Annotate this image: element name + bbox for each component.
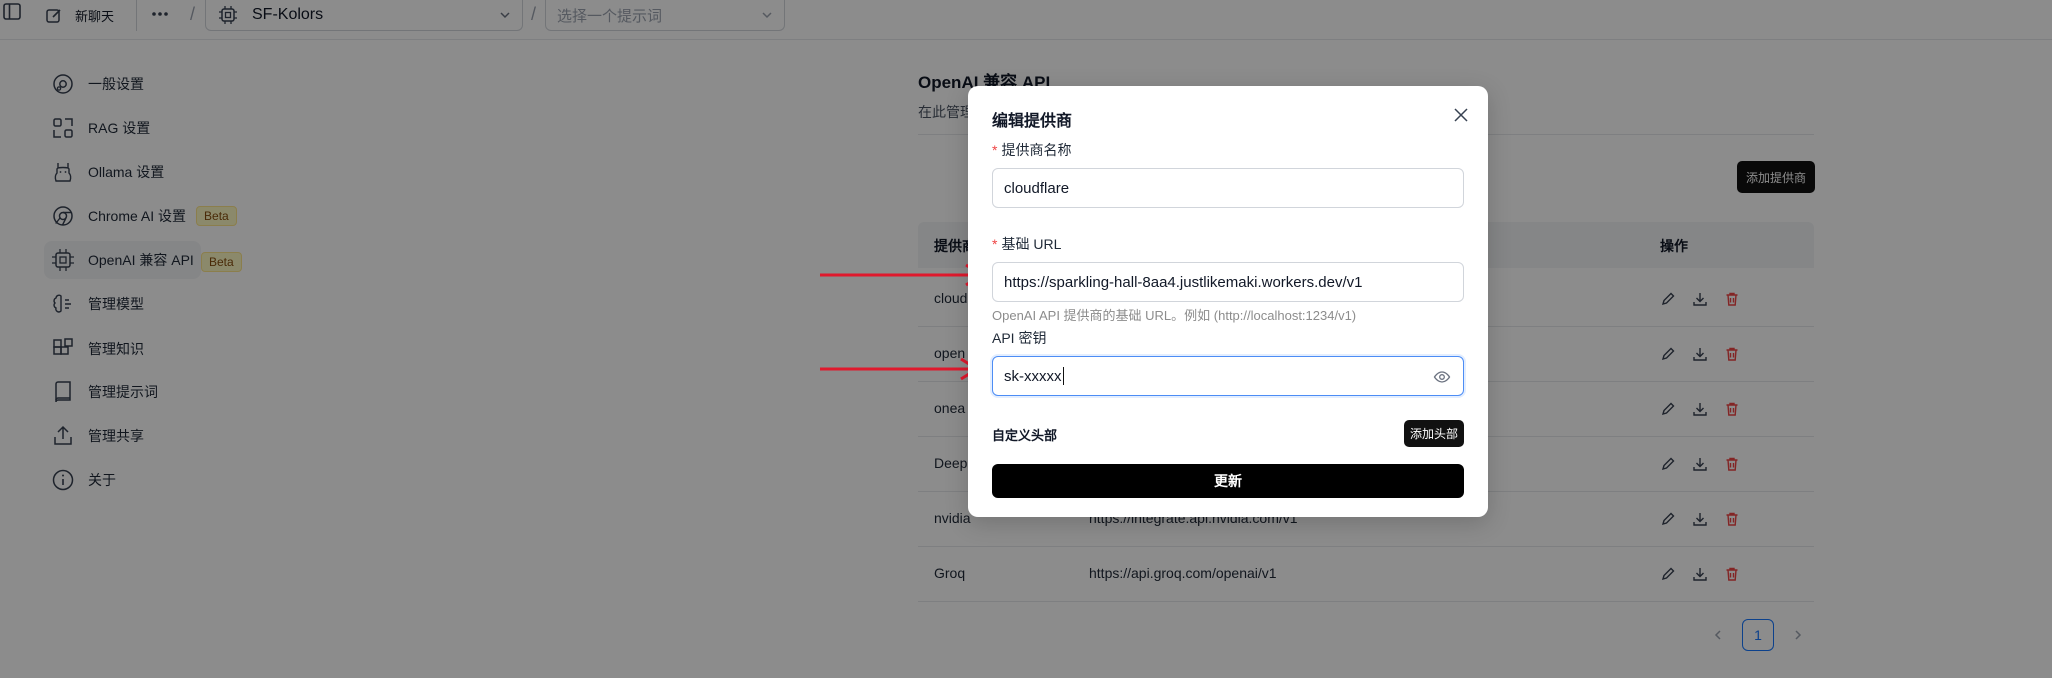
close-icon[interactable]	[1450, 104, 1472, 126]
update-button[interactable]: 更新	[992, 464, 1464, 498]
provider-name-input[interactable]: cloudflare	[992, 168, 1464, 208]
provider-name-label: * 提供商名称	[992, 142, 1072, 158]
base-url-value: https://sparkling-hall-8aa4.justlikemaki…	[1004, 273, 1363, 291]
provider-name-value: cloudflare	[1004, 179, 1070, 197]
add-header-button[interactable]: 添加头部	[1404, 420, 1464, 447]
base-url-label: * 基础 URL	[992, 236, 1062, 252]
base-url-hint: OpenAI API 提供商的基础 URL。例如 (http://localho…	[992, 308, 1357, 323]
text-caret	[1062, 367, 1064, 385]
annotation-arrow-api-key	[820, 357, 980, 381]
eye-icon[interactable]	[1433, 368, 1451, 386]
required-mark: *	[992, 236, 998, 252]
annotation-arrow-url	[820, 263, 985, 287]
base-url-input[interactable]: https://sparkling-hall-8aa4.justlikemaki…	[992, 262, 1464, 302]
api-key-label: API 密钥	[992, 330, 1047, 346]
api-key-input[interactable]: sk-xxxxx	[992, 356, 1464, 396]
api-key-value: sk-xxxxx	[1004, 367, 1062, 385]
custom-headers-label: 自定义头部	[992, 428, 1058, 443]
modal-title: 编辑提供商	[992, 113, 1073, 130]
edit-provider-modal: 编辑提供商 * 提供商名称 cloudflare * 基础 URL https://…	[968, 86, 1488, 517]
required-mark: *	[992, 142, 998, 158]
